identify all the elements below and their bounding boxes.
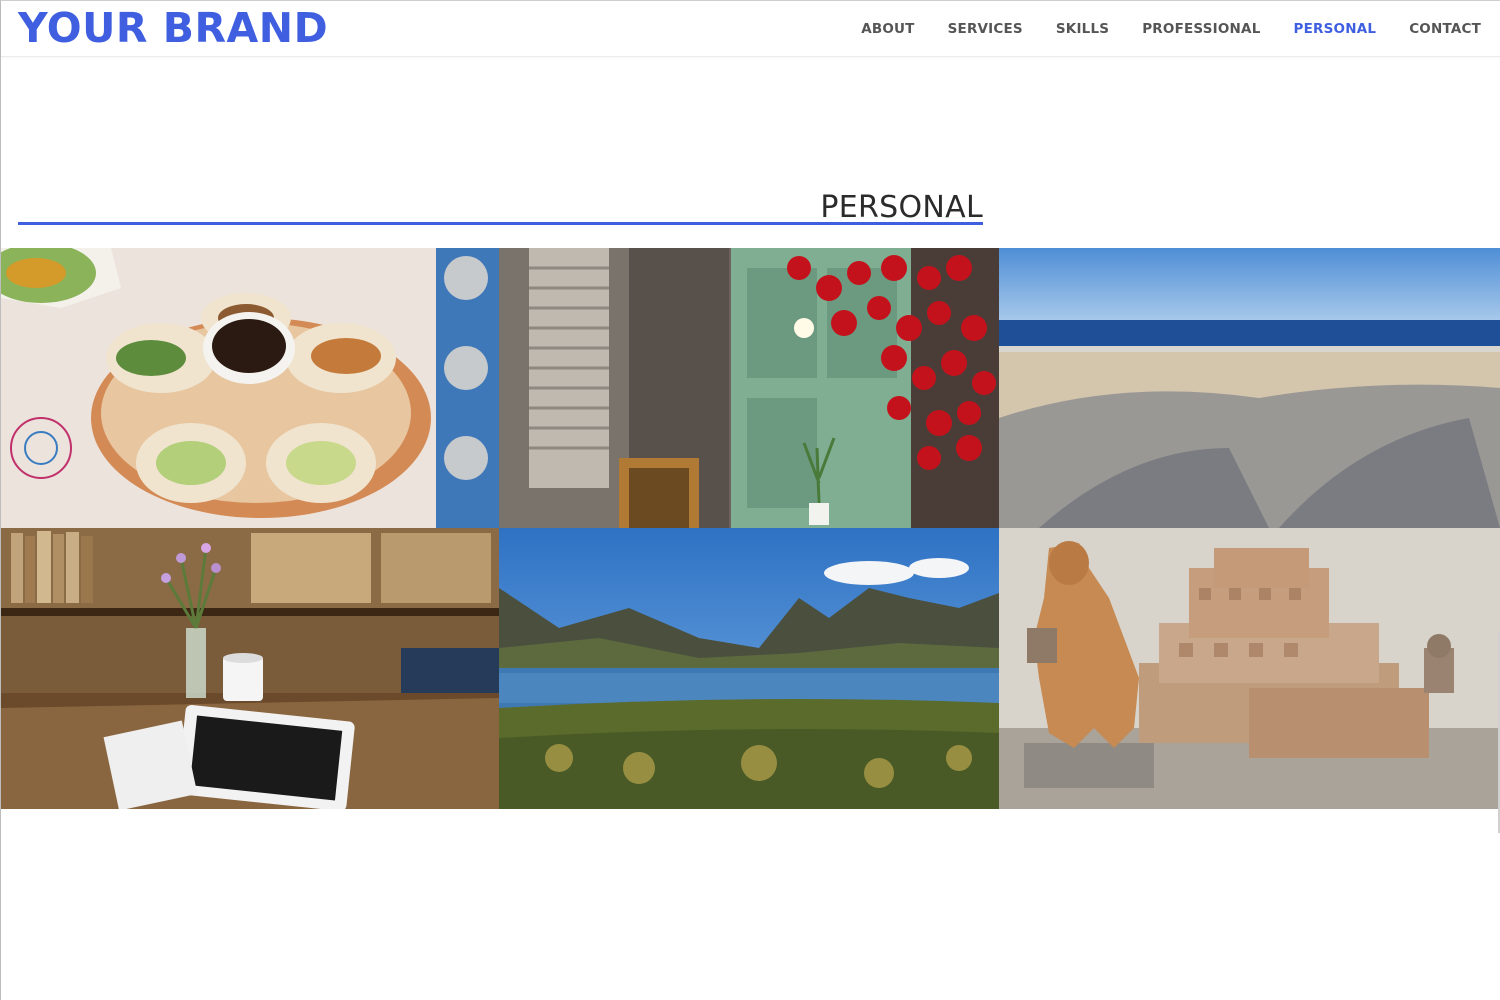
nav-link-services[interactable]: SERVICES bbox=[948, 20, 1023, 38]
tacos-platter-photo[interactable] bbox=[1, 248, 499, 528]
photo-gallery bbox=[1, 248, 1500, 809]
stone-sculptures-photo[interactable] bbox=[999, 528, 1500, 809]
brand-logo[interactable]: YOUR BRAND bbox=[18, 3, 328, 53]
beach-palm-shadows-photo[interactable] bbox=[999, 248, 1500, 528]
top-navbar: YOUR BRAND ABOUT SERVICES SKILLS PROFESS… bbox=[1, 1, 1500, 57]
nav-link-contact[interactable]: CONTACT bbox=[1409, 20, 1481, 38]
nav-link-professional[interactable]: PROFESSIONAL bbox=[1142, 20, 1260, 38]
nav-link-skills[interactable]: SKILLS bbox=[1056, 20, 1109, 38]
page: YOUR BRAND ABOUT SERVICES SKILLS PROFESS… bbox=[0, 0, 1500, 1000]
bookshelf-desk-photo[interactable] bbox=[1, 528, 499, 809]
nav-link-personal[interactable]: PERSONAL bbox=[1294, 20, 1377, 38]
section-title-underline bbox=[18, 222, 983, 225]
nav-link-about[interactable]: ABOUT bbox=[861, 20, 914, 38]
main-nav: ABOUT SERVICES SKILLS PROFESSIONAL PERSO… bbox=[828, 20, 1481, 38]
red-bells-door-photo[interactable] bbox=[499, 248, 999, 528]
mountain-lake-photo[interactable] bbox=[499, 528, 999, 809]
